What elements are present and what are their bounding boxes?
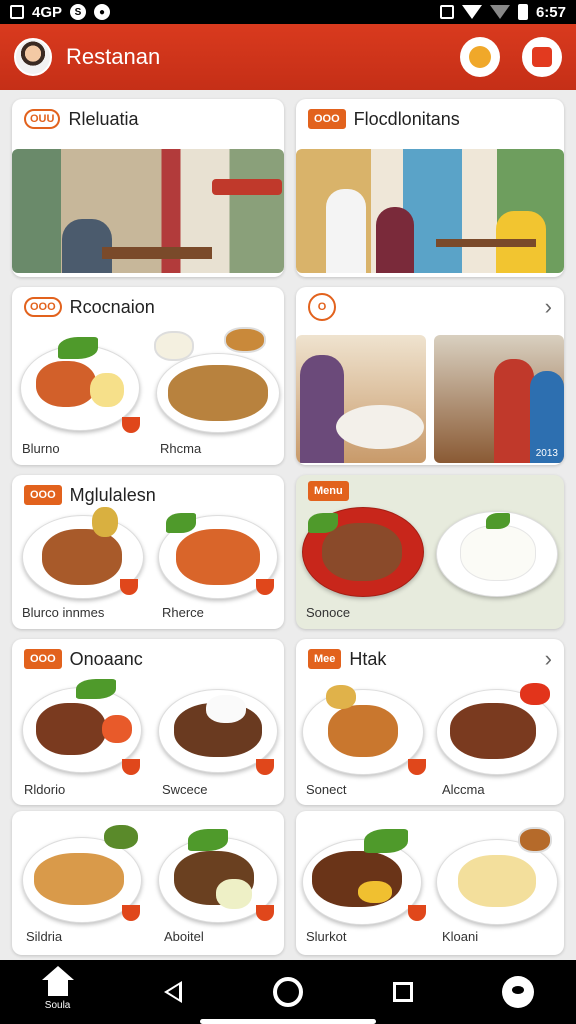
card-onoaanc[interactable]: OOO Onoaanc Rldorio Swcece [12, 639, 284, 805]
dish-item[interactable] [152, 327, 282, 437]
bottom-navigation: Soula [0, 960, 576, 1024]
app-bar: Restanan [0, 24, 576, 90]
chevron-right-icon[interactable]: › [545, 294, 552, 320]
home-system-button[interactable] [258, 962, 318, 1022]
card-rleluatia[interactable]: OUU Rleluatia [12, 99, 284, 277]
dish-label: Sonoce [306, 605, 351, 620]
profile-icon [469, 46, 491, 68]
dish-label: Alccma [442, 782, 485, 797]
dish-label: Swcece [162, 782, 208, 797]
back-icon [163, 981, 182, 1003]
assistant-button[interactable] [488, 962, 548, 1022]
card-mglulalesn[interactable]: OOO Mglulalesn Blurco innmes Rherce [12, 475, 284, 629]
app-title: Restanan [66, 44, 161, 69]
restaurant-interior-photo [12, 149, 284, 273]
card-dishes-b[interactable]: Slurkot Kloani [296, 811, 564, 955]
card-title: Htak [349, 648, 387, 669]
dish-label: Blurno [22, 441, 60, 456]
wifi-icon [461, 5, 482, 19]
vibrate-icon [439, 5, 454, 19]
record-icon: ● [94, 4, 111, 20]
diners-photo [296, 335, 426, 463]
battery-icon [517, 4, 528, 20]
family-photo: 2013 [434, 335, 564, 463]
dish-label: Sildria [26, 929, 63, 944]
dish-item[interactable] [436, 507, 560, 599]
recents-icon [393, 982, 414, 1002]
card-title: Onoaanc [69, 648, 143, 669]
card-title: Mglulalesn [69, 484, 156, 505]
back-button[interactable] [143, 962, 203, 1022]
card-title: Flocdlonitans [353, 108, 460, 129]
dish-item[interactable] [436, 681, 560, 775]
status-bar: 4GP S ● 6:57 [0, 0, 576, 24]
photo-caption: 2013 [535, 448, 558, 459]
carrier-label: 4GP [32, 3, 63, 21]
cart-icon [532, 47, 552, 67]
restaurant-dining-photo [296, 149, 564, 273]
card-photos[interactable]: O › 2013 [296, 287, 564, 465]
assistant-icon [502, 976, 535, 1008]
dish-label: Rldorio [24, 782, 66, 797]
card-menu[interactable]: Menu Sonoce [296, 475, 564, 629]
notification-icon [10, 5, 24, 19]
card-tag: O [308, 293, 336, 321]
dish-item[interactable] [436, 827, 560, 925]
dish-label: Sonect [306, 782, 347, 797]
profile-button[interactable] [460, 37, 500, 77]
home-indicator [200, 1019, 376, 1024]
home-nav-button[interactable]: Soula [28, 962, 88, 1022]
dish-item[interactable] [302, 505, 426, 599]
dish-label: Aboitel [164, 929, 204, 944]
card-rcocnaion[interactable]: OOO Rcocnaion Blurno Rhcma [12, 287, 284, 465]
chevron-right-icon[interactable]: › [545, 646, 552, 672]
sync-icon: S [70, 4, 87, 20]
avatar[interactable] [14, 38, 52, 76]
dish-label: Rhcma [160, 441, 202, 456]
recents-button[interactable] [373, 962, 433, 1022]
card-htak[interactable]: Mee Htak › Sonect Alccma [296, 639, 564, 805]
cart-button[interactable] [522, 37, 562, 77]
card-tag: Menu [308, 481, 349, 501]
signal-icon [489, 5, 510, 19]
card-tag: OUU [24, 109, 61, 129]
card-dishes-a[interactable]: Sildria Aboitel [12, 811, 284, 955]
card-flocdlonitans[interactable]: OOO Flocdlonitans [296, 99, 564, 277]
status-time: 6:57 [535, 3, 566, 21]
card-tag: OOO [24, 649, 62, 669]
card-tag: OOO [308, 109, 346, 129]
card-title: Rcocnaion [69, 296, 155, 317]
card-tag: OOO [24, 297, 62, 317]
home-icon [41, 965, 74, 998]
home-nav-label: Soula [44, 999, 71, 1011]
dish-label: Kloani [442, 929, 479, 944]
card-title: Rleluatia [68, 108, 139, 129]
dish-label: Blurco innmes [22, 605, 105, 620]
dish-label: Slurkot [306, 929, 347, 944]
card-tag: OOO [24, 485, 62, 505]
dish-label: Rherce [162, 605, 204, 620]
card-tag: Mee [308, 649, 342, 669]
circle-home-icon [272, 977, 303, 1007]
